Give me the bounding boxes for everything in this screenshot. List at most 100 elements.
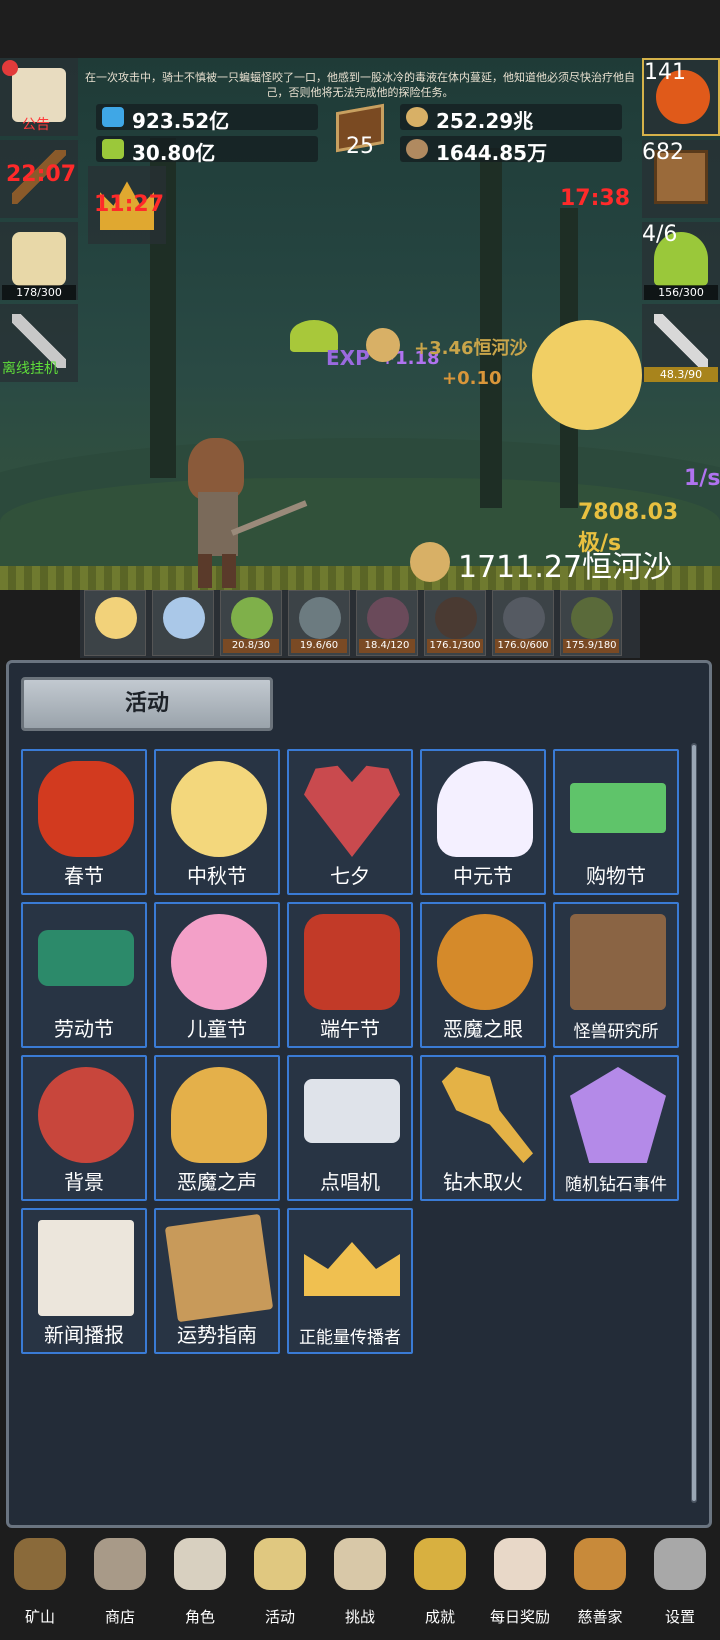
activity-tile[interactable]: 钻木取火 (420, 1055, 546, 1201)
activity-tile[interactable]: 怪兽研究所 (553, 902, 679, 1048)
activity-tile[interactable]: 正能量传播者 (287, 1208, 413, 1354)
resource-coin: 252.29兆 (400, 104, 622, 133)
monster-icon (299, 597, 341, 639)
activity-tile[interactable]: 中秋节 (154, 749, 280, 895)
activity-tile[interactable]: 随机钻石事件 (553, 1055, 679, 1201)
activity-label: 恶魔之声 (177, 1170, 257, 1194)
torch-stick-icon (441, 1067, 533, 1163)
monster-slot[interactable] (152, 590, 214, 656)
activity-tile[interactable]: 恶魔之声 (154, 1055, 280, 1201)
announcement-button[interactable]: 公告 (0, 58, 78, 136)
activity-tile[interactable]: 端午节 (287, 902, 413, 1048)
monster-progress: 18.4/120 (359, 639, 415, 653)
activity-label: 随机钻石事件 (565, 1175, 667, 1195)
heart-icon (304, 765, 400, 857)
nav-item[interactable]: 角色 (160, 1530, 240, 1640)
activity-tile[interactable]: 劳动节 (21, 902, 147, 1048)
sunset-icon (38, 1067, 134, 1163)
nav-item[interactable]: 每日奖励 (480, 1530, 560, 1640)
activity-label: 运势指南 (177, 1323, 257, 1347)
monster-slot[interactable] (84, 590, 146, 656)
spellbook-button[interactable]: 25 (330, 102, 390, 162)
activity-tile[interactable]: 运势指南 (154, 1208, 280, 1354)
offline-idle-button[interactable]: 离线挂机 (0, 304, 78, 382)
nav-item[interactable]: 矿山 (0, 1530, 80, 1640)
monster-slot[interactable]: 176.1/300 (424, 590, 486, 656)
total-currency: 1711.27恒河沙 (458, 550, 673, 585)
scrollbar-thumb[interactable] (692, 745, 696, 1501)
full-moon (532, 320, 642, 430)
sword-slot[interactable]: 48.3/90 (642, 304, 720, 382)
monster-progress: 19.6/60 (291, 639, 347, 653)
demon-eye-icon (437, 914, 533, 1010)
crown-slot[interactable]: 11:27 (88, 166, 166, 244)
activity-tile[interactable]: 点唱机 (287, 1055, 413, 1201)
monster-slot[interactable]: 176.0/600 (492, 590, 554, 656)
activity-label: 劳动节 (54, 1017, 114, 1041)
nav-item[interactable]: 成就 (400, 1530, 480, 1640)
potion-slot[interactable]: 141 (642, 58, 720, 136)
activity-label: 购物节 (586, 864, 646, 888)
monster-icon (95, 597, 137, 639)
nav-item[interactable]: 活动 (240, 1530, 320, 1640)
activity-label: 春节 (64, 864, 104, 888)
monster-progress: 20.8/30 (223, 639, 279, 653)
nav-label: 挑战 (344, 1608, 375, 1626)
monster-icon (163, 597, 205, 639)
activity-tile[interactable]: 背景 (21, 1055, 147, 1201)
slime-slot[interactable]: 4/6 156/300 (642, 222, 720, 300)
cassette-icon (304, 1079, 400, 1143)
bread-nav-icon (574, 1538, 626, 1590)
activity-label: 钻木取火 (443, 1170, 523, 1194)
nav-label: 商店 (104, 1608, 135, 1626)
chest-slot[interactable]: 682 (642, 140, 720, 218)
monster-icon (571, 597, 613, 639)
nav-item[interactable]: 慈善家 (560, 1530, 640, 1640)
slime-ratio: 4/6 (642, 222, 678, 247)
lantern-icon (38, 761, 134, 857)
notification-dot (2, 60, 18, 76)
slime-count: 156/300 (644, 285, 718, 300)
activity-label: 点唱机 (320, 1170, 380, 1194)
nav-item[interactable]: 商店 (80, 1530, 160, 1640)
activity-tile[interactable]: 春节 (21, 749, 147, 895)
floating-coin (366, 328, 400, 362)
monster-strip: 20.8/30 19.6/60 18.4/120 176.1/300 176.0/600… (80, 590, 640, 658)
nav-label: 慈善家 (577, 1608, 623, 1626)
sword-icon (654, 314, 708, 368)
activity-label: 正能量传播者 (299, 1328, 401, 1348)
tree-trunk (480, 148, 502, 508)
nav-item[interactable]: 挑战 (320, 1530, 400, 1640)
activity-tile[interactable]: 购物节 (553, 749, 679, 895)
monster-slot[interactable]: 175.9/180 (560, 590, 622, 656)
panel-title-button[interactable]: 活动 (21, 677, 273, 731)
resource-blue-potion: 923.52亿 (96, 104, 318, 133)
chest-count: 682 (642, 140, 684, 165)
torch-slot[interactable]: 22:07 (0, 140, 78, 218)
nav-item[interactable]: 设置 (640, 1530, 720, 1640)
monster-icon (231, 597, 273, 639)
nav-label: 成就 (424, 1608, 455, 1626)
green-potion-icon (102, 139, 124, 159)
blue-potion-icon (102, 107, 124, 127)
activity-label: 中元节 (453, 864, 513, 888)
monster-slot[interactable]: 20.8/30 (220, 590, 282, 656)
golden-crown-icon (304, 1242, 400, 1296)
activity-tile[interactable]: 儿童节 (154, 902, 280, 1048)
map-nav-icon (334, 1538, 386, 1590)
stone-nav-icon (94, 1538, 146, 1590)
letter-nav-icon (494, 1538, 546, 1590)
offline-idle-label: 离线挂机 (2, 361, 58, 377)
monster-icon (503, 597, 545, 639)
beer-slot[interactable]: 178/300 (0, 222, 78, 300)
activity-tile[interactable]: 七夕 (287, 749, 413, 895)
activity-tile[interactable]: 中元节 (420, 749, 546, 895)
activity-tile[interactable]: 恶魔之眼 (420, 902, 546, 1048)
game-scene: 在一次攻击中，骑士不慎被一只蝙蝠怪咬了一口，他感到一股冰冷的毒液在体内蔓延，他知… (0, 58, 720, 590)
monster-slot[interactable]: 19.6/60 (288, 590, 350, 656)
per-second-rate: 1/s (684, 466, 720, 491)
activity-tile[interactable]: 新闻播报 (21, 1208, 147, 1354)
monster-slot[interactable]: 18.4/120 (356, 590, 418, 656)
money-icon (570, 783, 666, 833)
stone-icon (406, 139, 428, 159)
